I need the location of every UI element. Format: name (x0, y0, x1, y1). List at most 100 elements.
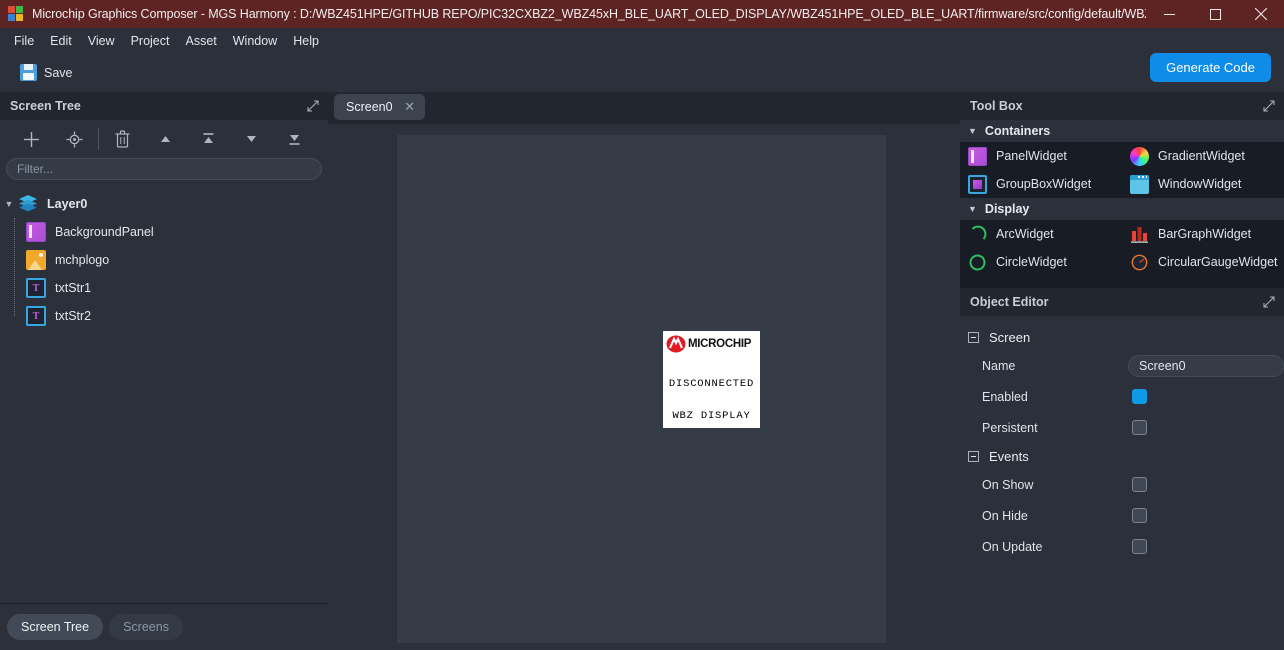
canvas-viewport[interactable]: MICROCHIP DISCONNECTED WBZ DISPLAY (328, 124, 960, 650)
toolbox-item-label: ArcWidget (996, 227, 1054, 241)
chevron-down-icon[interactable]: ▼ (968, 126, 977, 136)
toolbox-item-panelwidget[interactable]: PanelWidget (960, 142, 1122, 170)
toolbox-item-circlewidget[interactable]: CircleWidget (960, 248, 1122, 276)
menu-view[interactable]: View (80, 31, 123, 51)
left-panel-tabstrip: Screen Tree Screens (0, 603, 328, 650)
oe-section-screen[interactable]: Screen (960, 324, 1284, 350)
save-button[interactable]: Save (14, 61, 79, 84)
collapse-minus-icon[interactable] (968, 450, 979, 462)
toolbox-item-label: GroupBoxWidget (996, 177, 1092, 191)
close-button[interactable] (1238, 0, 1284, 28)
toolbox-group-label: Containers (984, 124, 1051, 138)
filter-input[interactable] (6, 158, 322, 180)
toolbox-item-label: CircleWidget (996, 255, 1067, 269)
toolbox-row: GroupBoxWidget WindowWidget (960, 170, 1284, 198)
screen-tree-header: Screen Tree (0, 92, 328, 120)
collapse-minus-icon[interactable] (968, 331, 979, 343)
arc-widget-icon (968, 225, 987, 244)
text-widget-icon: T (26, 278, 46, 298)
toolbox-item-circulargaugewidget[interactable]: CircularGaugeWidget (1122, 248, 1284, 276)
locate-item-button[interactable] (53, 124, 96, 154)
screen-name-input[interactable] (1128, 354, 1284, 377)
add-item-button[interactable] (10, 124, 53, 154)
oe-property-label: Persistent (982, 420, 1038, 435)
device-preview[interactable]: MICROCHIP DISCONNECTED WBZ DISPLAY (663, 331, 760, 428)
toolbox-item-label: GradientWidget (1158, 149, 1245, 163)
tab-screen0-label: Screen0 (346, 100, 393, 114)
tree-node-txtstr2[interactable]: T txtStr2 (0, 302, 328, 330)
minimize-button[interactable] (1146, 0, 1192, 28)
oe-section-label: Events (989, 448, 1029, 464)
chevron-down-icon[interactable]: ▼ (968, 204, 977, 214)
toolbox-item-bargraphwidget[interactable]: BarGraphWidget (1122, 220, 1284, 248)
menu-project[interactable]: Project (123, 31, 178, 51)
oe-row-name: Name (960, 350, 1284, 381)
tree-node-layer0[interactable]: ▼ Layer0 (0, 190, 328, 218)
enabled-checkbox[interactable] (1132, 389, 1147, 404)
canvas-workspace[interactable]: MICROCHIP DISCONNECTED WBZ DISPLAY (397, 135, 886, 643)
toolbox-group-display[interactable]: ▼ Display (960, 198, 1284, 220)
toolbox-group-containers[interactable]: ▼ Containers (960, 120, 1284, 142)
circle-widget-icon (968, 253, 987, 272)
chevron-down-icon[interactable]: ▼ (0, 199, 18, 209)
maximize-icon (1209, 8, 1221, 20)
menu-edit[interactable]: Edit (42, 31, 80, 51)
expand-diagonal-icon[interactable] (1262, 295, 1276, 309)
toolbox-row: PanelWidget GradientWidget (960, 142, 1284, 170)
move-to-top-button[interactable] (187, 124, 230, 154)
expand-diagonal-icon[interactable] (1262, 99, 1276, 113)
toolbox-group-label: Display (984, 202, 1030, 216)
canvas-tabstrip: Screen0 ✕ (328, 92, 960, 124)
move-to-bottom-button[interactable] (273, 124, 316, 154)
tree-node-backgroundpanel[interactable]: BackgroundPanel (0, 218, 328, 246)
on-show-checkbox[interactable] (1132, 477, 1147, 492)
tab-screen-tree[interactable]: Screen Tree (7, 614, 104, 640)
generate-code-button[interactable]: Generate Code (1150, 53, 1271, 82)
oe-row-on-update: On Update (960, 531, 1284, 562)
window-title-text: Microchip Graphics Composer - MGS Harmon… (32, 7, 1146, 21)
panel-widget-icon (26, 222, 46, 242)
arrow-down-to-line-icon (289, 135, 300, 145)
menu-help[interactable]: Help (285, 31, 327, 51)
persistent-checkbox[interactable] (1132, 420, 1147, 435)
tab-screen0[interactable]: Screen0 ✕ (334, 94, 425, 120)
right-dock: Tool Box ▼ Containers PanelWidget Gradie… (960, 92, 1284, 650)
delete-item-button[interactable] (101, 124, 144, 154)
microchip-app-icon (8, 6, 24, 22)
tab-screens[interactable]: Screens (109, 614, 183, 640)
object-editor-title: Object Editor (970, 295, 1049, 309)
layers-icon (18, 194, 38, 214)
floppy-disk-icon (20, 64, 37, 81)
toolbox-widget-list[interactable]: ▼ Containers PanelWidget GradientWidget … (960, 120, 1284, 288)
tree-node-txtstr1[interactable]: T txtStr1 (0, 274, 328, 302)
on-hide-checkbox[interactable] (1132, 508, 1147, 523)
toolbox-item-groupboxwidget[interactable]: GroupBoxWidget (960, 170, 1122, 198)
txtstr1-widget[interactable]: DISCONNECTED (663, 378, 760, 390)
expand-diagonal-icon[interactable] (306, 99, 320, 113)
tree-node-label: Layer0 (47, 197, 88, 211)
image-widget-icon (26, 250, 46, 270)
oe-section-events[interactable]: Events (960, 443, 1284, 469)
screen-tree-panel: Screen Tree ▼ (0, 92, 328, 603)
close-icon[interactable]: ✕ (403, 99, 417, 115)
tree-node-mchplogo[interactable]: mchplogo (0, 246, 328, 274)
menu-asset[interactable]: Asset (177, 31, 224, 51)
txtstr2-widget[interactable]: WBZ DISPLAY (663, 410, 760, 422)
toolbox-item-gradientwidget[interactable]: GradientWidget (1122, 142, 1284, 170)
toolbox-item-label: WindowWidget (1158, 177, 1242, 191)
move-down-button[interactable] (230, 124, 273, 154)
menu-window[interactable]: Window (225, 31, 285, 51)
move-up-button[interactable] (144, 124, 187, 154)
toolbox-item-windowwidget[interactable]: WindowWidget (1122, 170, 1284, 198)
toolbox-item-label: PanelWidget (996, 149, 1067, 163)
tree-node-label: mchplogo (55, 253, 110, 267)
on-update-checkbox[interactable] (1132, 539, 1147, 554)
menu-file[interactable]: File (6, 31, 42, 51)
minimize-icon (1163, 13, 1175, 15)
close-icon (1255, 8, 1267, 20)
maximize-button[interactable] (1192, 0, 1238, 28)
oe-property-label: Name (982, 358, 1016, 373)
mchplogo-widget[interactable]: MICROCHIP (666, 334, 759, 354)
toolbox-item-arcwidget[interactable]: ArcWidget (960, 220, 1122, 248)
oe-row-on-hide: On Hide (960, 500, 1284, 531)
